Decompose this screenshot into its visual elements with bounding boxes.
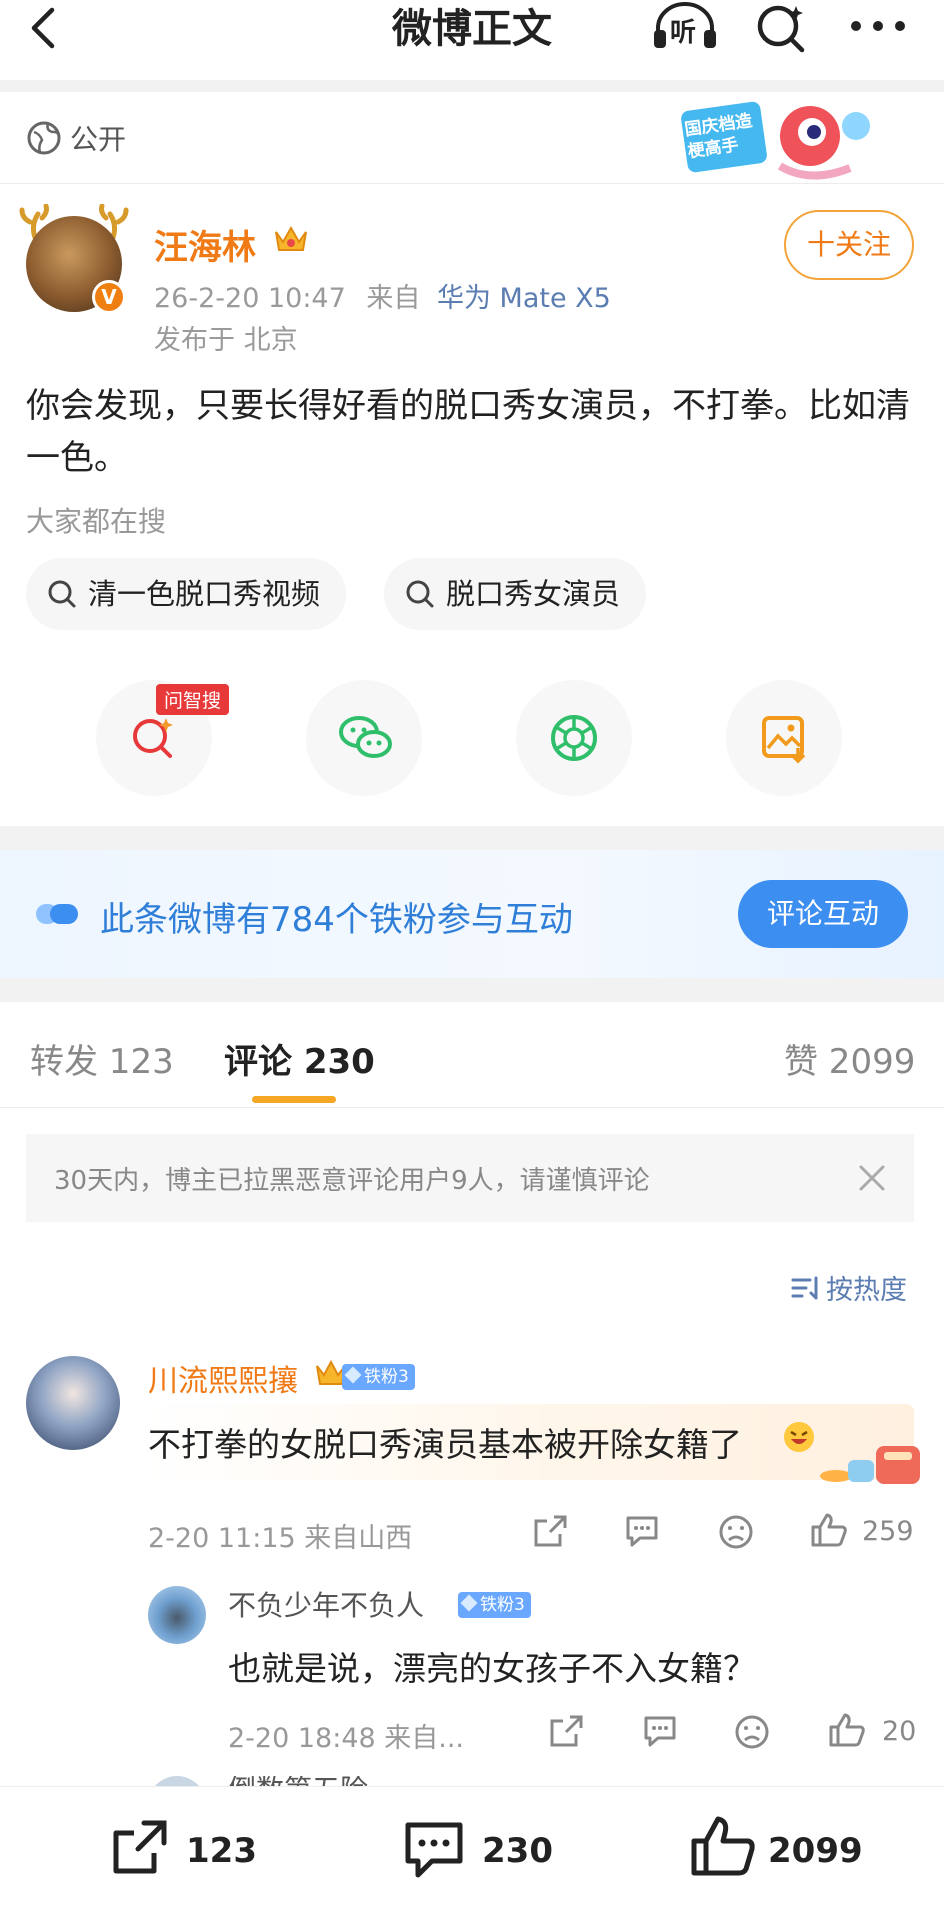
crown-icon xyxy=(272,222,310,256)
dislike-face-icon[interactable] xyxy=(734,1714,770,1750)
comment-meta: 2-20 11:15 来自山西 xyxy=(148,1523,413,1554)
visibility-label: 公开 xyxy=(70,123,127,156)
reply-icon[interactable] xyxy=(624,1514,660,1548)
comment-interaction-button[interactable]: 评论互动 xyxy=(738,880,908,948)
fan-badge-text: 铁粉3 xyxy=(364,1367,409,1387)
repost-count: 123 xyxy=(186,1831,257,1871)
divider xyxy=(0,978,944,1002)
repost-icon[interactable] xyxy=(108,1817,170,1879)
visibility-row: 公开 国庆档造梗高手 xyxy=(0,92,944,184)
comment-notice: 30天内，博主已拉黑恶意评论用户9人，请谨慎评论 xyxy=(26,1134,914,1222)
save-image-button[interactable] xyxy=(726,680,842,796)
fan-badge: 铁粉3 xyxy=(342,1364,415,1390)
ai-search-tag: 问智搜 xyxy=(156,684,230,715)
next-comment-name-text: 倒数第五险 xyxy=(228,1776,368,1786)
commenter-name[interactable]: 川流熙熙攘 xyxy=(148,1356,298,1400)
like-total-count: 2099 xyxy=(768,1831,863,1871)
comment-text: 不打拳的女脱口秀演员基本被开除女籍了 xyxy=(148,1425,742,1464)
more-options-icon[interactable] xyxy=(848,14,908,38)
hot-search-text: 脱口秀女演员 xyxy=(446,577,621,611)
reply-text: 也就是说，漂亮的女孩子不入女籍？ xyxy=(228,1649,756,1688)
commenter-avatar[interactable] xyxy=(26,1356,120,1450)
listen-icon[interactable]: 听 xyxy=(650,0,720,56)
tab-repost[interactable]: 转发 123 xyxy=(30,1034,174,1083)
author-name[interactable]: 汪海林 xyxy=(154,220,256,269)
follow-button[interactable]: 十关注 xyxy=(784,210,914,280)
moments-icon xyxy=(548,712,600,764)
close-icon[interactable] xyxy=(858,1164,886,1192)
share-wechat-button[interactable] xyxy=(306,680,422,796)
search-icon[interactable] xyxy=(754,2,810,54)
post-body: 你会发现，只要长得好看的脱口秀女演员，不打拳。比如清一色。 xyxy=(26,386,910,478)
ai-search-icon xyxy=(128,712,180,764)
globe-icon xyxy=(26,120,62,156)
reply-avatar[interactable] xyxy=(148,1586,206,1644)
diamond-icon xyxy=(344,1366,362,1384)
next-comment-avatar xyxy=(148,1776,206,1786)
like-count: 259 xyxy=(862,1516,914,1547)
hot-search-label: 大家都在搜 xyxy=(26,505,167,538)
post-tabs: 转发 123 评论 230 赞 2099 xyxy=(0,1002,944,1108)
fan-badge-text: 铁粉3 xyxy=(480,1595,525,1615)
post-device[interactable]: 华为 Mate X5 xyxy=(437,283,611,314)
comment-icon[interactable] xyxy=(402,1819,466,1881)
comment-count: 230 xyxy=(482,1831,553,1871)
active-tab-indicator xyxy=(252,1096,336,1103)
hot-search-text: 清一色脱口秀视频 xyxy=(88,577,321,611)
hot-search-chip[interactable]: 清一色脱口秀视频 xyxy=(26,558,347,630)
fan-banner-text: 此条微博有784个铁粉参与互动 xyxy=(100,900,573,940)
tab-likes[interactable]: 赞 2099 xyxy=(784,1034,915,1083)
post-location: 发布于 北京 xyxy=(154,325,298,356)
post-meta: 26-2-20 10:47 来自 华为 Mate X5 xyxy=(154,276,611,315)
reply-meta: 2-20 18:48 来自... xyxy=(228,1723,464,1754)
reply-icon[interactable] xyxy=(642,1714,678,1748)
like-icon[interactable] xyxy=(828,1712,866,1748)
sort-label[interactable]: 按热度 xyxy=(826,1268,907,1307)
fan-badge: 铁粉3 xyxy=(458,1592,531,1618)
reply-name[interactable]: 不负少年不负人 xyxy=(228,1584,424,1624)
source-prefix: 来自 xyxy=(366,283,421,314)
listen-label: 听 xyxy=(670,18,697,48)
toaster-sticker-icon xyxy=(818,1432,928,1490)
share-moments-button[interactable] xyxy=(516,680,632,796)
tab-comments[interactable]: 评论 230 xyxy=(224,1034,375,1083)
post-timestamp: 26-2-20 10:47 xyxy=(154,283,346,314)
diamond-icon xyxy=(460,1594,478,1612)
like-icon[interactable] xyxy=(810,1512,848,1548)
fan-icon xyxy=(34,900,82,928)
notice-text: 30天内，博主已拉黑恶意评论用户9人，请谨慎评论 xyxy=(54,1166,650,1196)
sort-icon[interactable] xyxy=(790,1274,822,1302)
laughing-emoji-icon xyxy=(782,1420,816,1454)
wechat-icon xyxy=(338,712,394,764)
like-count: 20 xyxy=(882,1716,917,1747)
top-nav-bar: 微博正文 听 xyxy=(0,0,944,80)
share-icon[interactable] xyxy=(548,1714,584,1748)
hot-search-chip[interactable]: 脱口秀女演员 xyxy=(384,558,647,630)
bottom-action-bar: 123 230 2099 xyxy=(0,1786,944,1923)
like-thumb-icon[interactable] xyxy=(690,1813,756,1879)
dislike-face-icon[interactable] xyxy=(718,1514,754,1550)
divider xyxy=(0,826,944,850)
fan-interaction-banner[interactable]: 此条微博有784个铁粉参与互动 评论互动 xyxy=(0,850,944,978)
search-icon xyxy=(46,578,78,610)
search-icon xyxy=(404,578,436,610)
divider xyxy=(0,80,944,92)
share-icon[interactable] xyxy=(532,1514,568,1548)
promo-banner[interactable]: 国庆档造梗高手 xyxy=(680,96,880,184)
next-comment-name: 倒数第五险 xyxy=(228,1776,368,1786)
verified-badge-icon: V xyxy=(92,280,126,314)
image-download-icon xyxy=(758,712,810,764)
